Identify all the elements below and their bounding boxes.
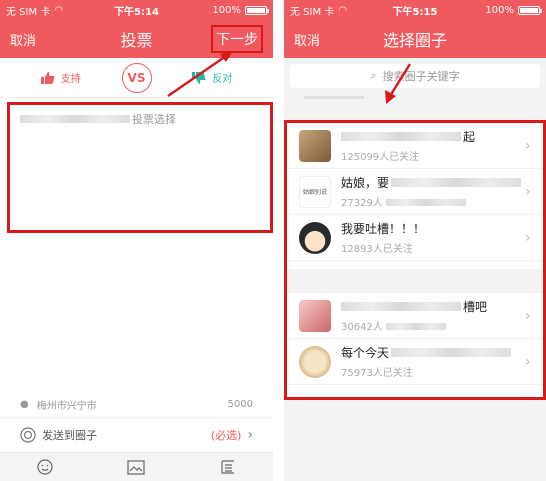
list-icon[interactable] [220,459,236,475]
battery-icon [517,5,542,15]
avatar [299,129,331,162]
vs-badge: VS [121,62,152,93]
next-step-button[interactable]: 下一步 [211,25,263,53]
editor-placeholder: 投票选择 [20,111,260,127]
circle-name: 每个今天 [341,344,525,361]
cancel-button[interactable]: 取消 [10,30,36,49]
status-bar: 无 SIM 卡 ◠ 下午5:14 100% [0,0,273,20]
thumbs-up-icon [40,71,55,84]
chevron-right-icon: › [525,183,531,200]
avatar [299,345,331,378]
circle-name: 姑娘，要 [341,174,525,191]
circle-name: 起 [341,128,525,145]
page-title: 选择圈子 [382,31,447,50]
chevron-right-icon: › [525,307,531,324]
list-item[interactable]: 槽吧 30642人 › [287,293,543,339]
location-pin-icon: ● [20,399,29,410]
redacted-text [341,302,461,311]
circle-icon [20,427,36,443]
list-item[interactable]: 姑娘别说 姑娘，要 27329人 › [287,169,543,215]
follower-count: 30642人 [341,318,525,333]
list-item[interactable]: 起 125099人已关注 › [287,123,543,169]
placeholder-text: 投票选择 [132,113,176,126]
send-label: 发送到圈子 [42,429,97,442]
required-tag: (必选) [210,429,242,442]
redacted-text [391,178,522,187]
support-option[interactable]: 支持 [0,70,122,85]
circle-list: 起 125099人已关注 › 姑娘别说 姑娘，要 27329人 › 我要吐槽！！！ 1… [284,120,546,400]
battery-percent: 100% [212,4,241,16]
location-label: 梅州市兴宁市 [36,401,97,412]
status-bar: 无 SIM 卡 ◠ 下午5:15 100% [284,0,546,20]
chevron-right-icon: › [247,427,253,443]
location-row[interactable]: ● 梅州市兴宁市 5000 [0,392,273,418]
redacted-text [391,348,512,357]
select-circle-screen: 无 SIM 卡 ◠ 下午5:15 100% 取消 选择圈子 ⌕ 搜索圈子关键字 起… [284,0,546,481]
screenshot-root: 无 SIM 卡 ◠ 下午5:14 100% 取消 投票 下一步 支持 VS 反对 … [0,0,546,481]
vote-options: 支持 VS 反对 [0,58,273,98]
wifi-icon: ◠ [338,4,348,16]
chevron-right-icon: › [525,229,531,246]
clock: 下午5:15 [392,6,438,18]
redacted-text [341,132,461,141]
image-icon[interactable] [127,459,146,475]
circle-name: 槽吧 [341,298,525,315]
editor-toolbar [0,452,273,481]
clock: 下午5:14 [114,6,159,18]
search-placeholder: 搜索圈子关键字 [382,70,460,83]
follower-count: 27329人 [341,194,525,209]
redacted-text [20,115,130,123]
avatar: 姑娘别说 [299,175,331,208]
nav-bar: 取消 选择圈子 [284,20,546,58]
cancel-button[interactable]: 取消 [294,30,320,49]
battery-percent: 100% [485,4,514,16]
redacted-text [385,323,446,330]
emoji-icon[interactable] [37,459,53,475]
follower-count: 125099人已关注 [341,152,420,163]
carrier-label: 无 SIM 卡 [290,6,335,18]
section-gap [287,269,543,293]
vote-screen: 无 SIM 卡 ◠ 下午5:14 100% 取消 投票 下一步 支持 VS 反对 … [0,0,273,481]
nav-bar: 取消 投票 下一步 [0,20,273,58]
chevron-right-icon: › [525,137,531,154]
char-count: 5000 [227,399,253,410]
battery-icon [245,5,269,15]
send-to-circle-row[interactable]: 发送到圈子 (必选) › [0,420,273,450]
vote-text-input[interactable]: 投票选择 [7,102,273,233]
avatar [299,299,331,332]
redacted-text [385,199,466,206]
follower-count: 12893人已关注 [341,244,413,255]
oppose-label: 反对 [212,74,233,85]
follower-count: 75973人已关注 [341,368,413,379]
oppose-option[interactable]: 反对 [152,70,274,85]
search-input[interactable]: ⌕ 搜索圈子关键字 [290,64,540,88]
section-divider [304,96,364,99]
thumbs-down-icon [192,71,206,84]
circle-name: 我要吐槽！！！ [341,222,426,236]
list-item[interactable]: 每个今天 75973人已关注 › [287,339,543,385]
list-item[interactable]: 我要吐槽！！！ 12893人已关注 › [287,215,543,261]
avatar [299,221,331,254]
support-label: 支持 [60,74,81,85]
carrier-label: 无 SIM 卡 [6,6,51,18]
search-icon: ⌕ [370,69,377,82]
chevron-right-icon: › [525,353,531,370]
wifi-icon: ◠ [54,4,64,16]
